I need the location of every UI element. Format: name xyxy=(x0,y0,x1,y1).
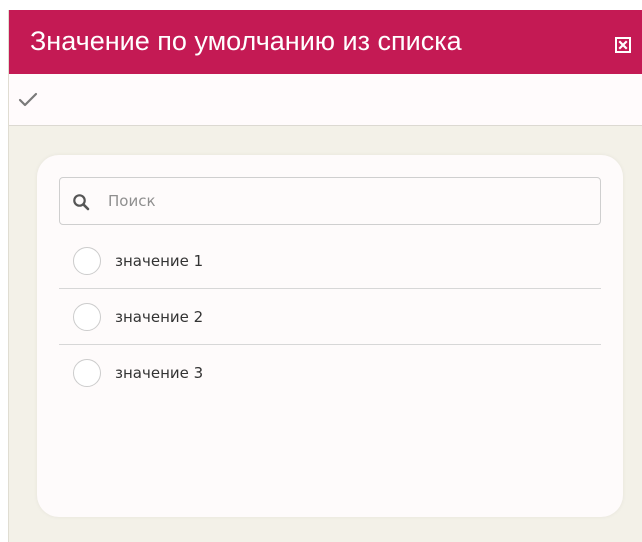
options-list: значение 1 значение 2 значение 3 xyxy=(59,233,601,401)
radio-button[interactable] xyxy=(73,359,101,387)
confirm-button[interactable] xyxy=(17,89,39,111)
search-box[interactable] xyxy=(59,177,601,225)
list-default-value-dialog: Значение по умолчанию из списка Поиск зн… xyxy=(8,10,642,542)
checkmark-icon xyxy=(18,92,38,107)
list-item[interactable]: значение 1 xyxy=(59,233,601,289)
option-label: значение 2 xyxy=(115,308,204,326)
close-box-icon xyxy=(615,37,631,53)
option-label: значение 3 xyxy=(115,364,204,382)
list-item[interactable]: значение 3 xyxy=(59,345,601,401)
dialog-toolbar xyxy=(9,74,642,126)
list-item[interactable]: значение 2 xyxy=(59,289,601,345)
search-icon xyxy=(73,194,90,211)
search-input[interactable] xyxy=(108,188,588,214)
radio-button[interactable] xyxy=(73,247,101,275)
dialog-header: Значение по умолчанию из списка xyxy=(9,10,642,74)
radio-button[interactable] xyxy=(73,303,101,331)
close-button[interactable] xyxy=(615,37,631,53)
option-label: значение 1 xyxy=(115,252,204,270)
options-card: значение 1 значение 2 значение 3 xyxy=(37,155,623,517)
dialog-title: Значение по умолчанию из списка xyxy=(30,26,462,56)
